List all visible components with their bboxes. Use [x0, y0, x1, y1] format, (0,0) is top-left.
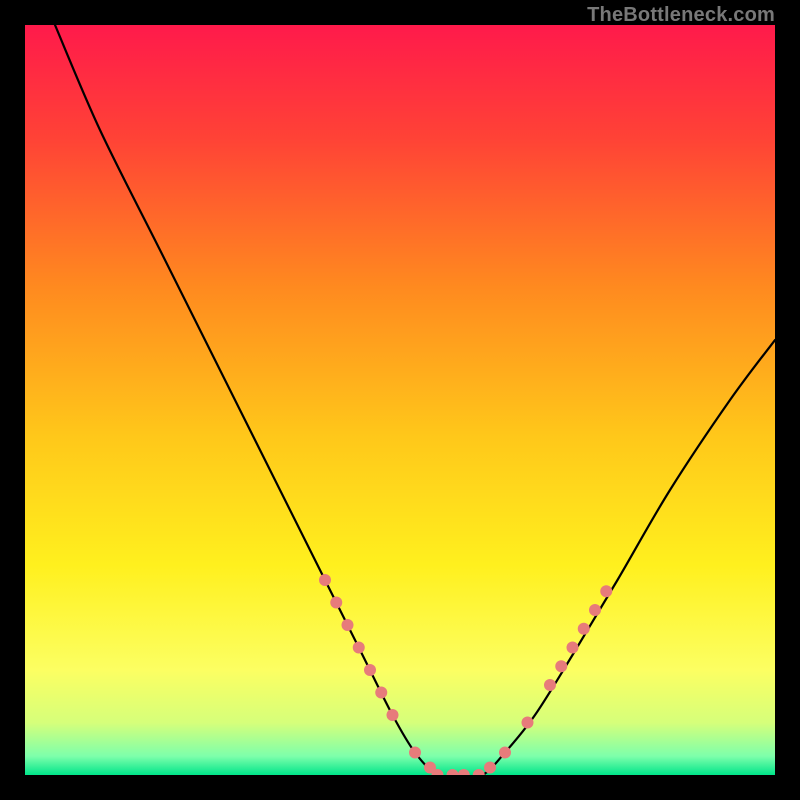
highlight-dot — [330, 597, 342, 609]
highlight-dot — [484, 762, 496, 774]
highlight-dot — [353, 642, 365, 654]
highlight-dot — [567, 642, 579, 654]
watermark-text: TheBottleneck.com — [587, 4, 775, 27]
highlight-dot — [544, 679, 556, 691]
highlight-dot — [387, 709, 399, 721]
highlight-dot — [555, 660, 567, 672]
highlight-dot — [375, 687, 387, 699]
highlight-dot — [578, 623, 590, 635]
highlight-dot — [522, 717, 534, 729]
highlight-dot — [589, 604, 601, 616]
highlight-dot — [499, 747, 511, 759]
highlight-dot — [319, 574, 331, 586]
highlight-dot — [364, 664, 376, 676]
highlight-dot — [342, 619, 354, 631]
bottleneck-chart — [25, 25, 775, 775]
gradient-background — [25, 25, 775, 775]
highlight-dot — [409, 747, 421, 759]
chart-frame — [25, 25, 775, 775]
highlight-dot — [600, 585, 612, 597]
